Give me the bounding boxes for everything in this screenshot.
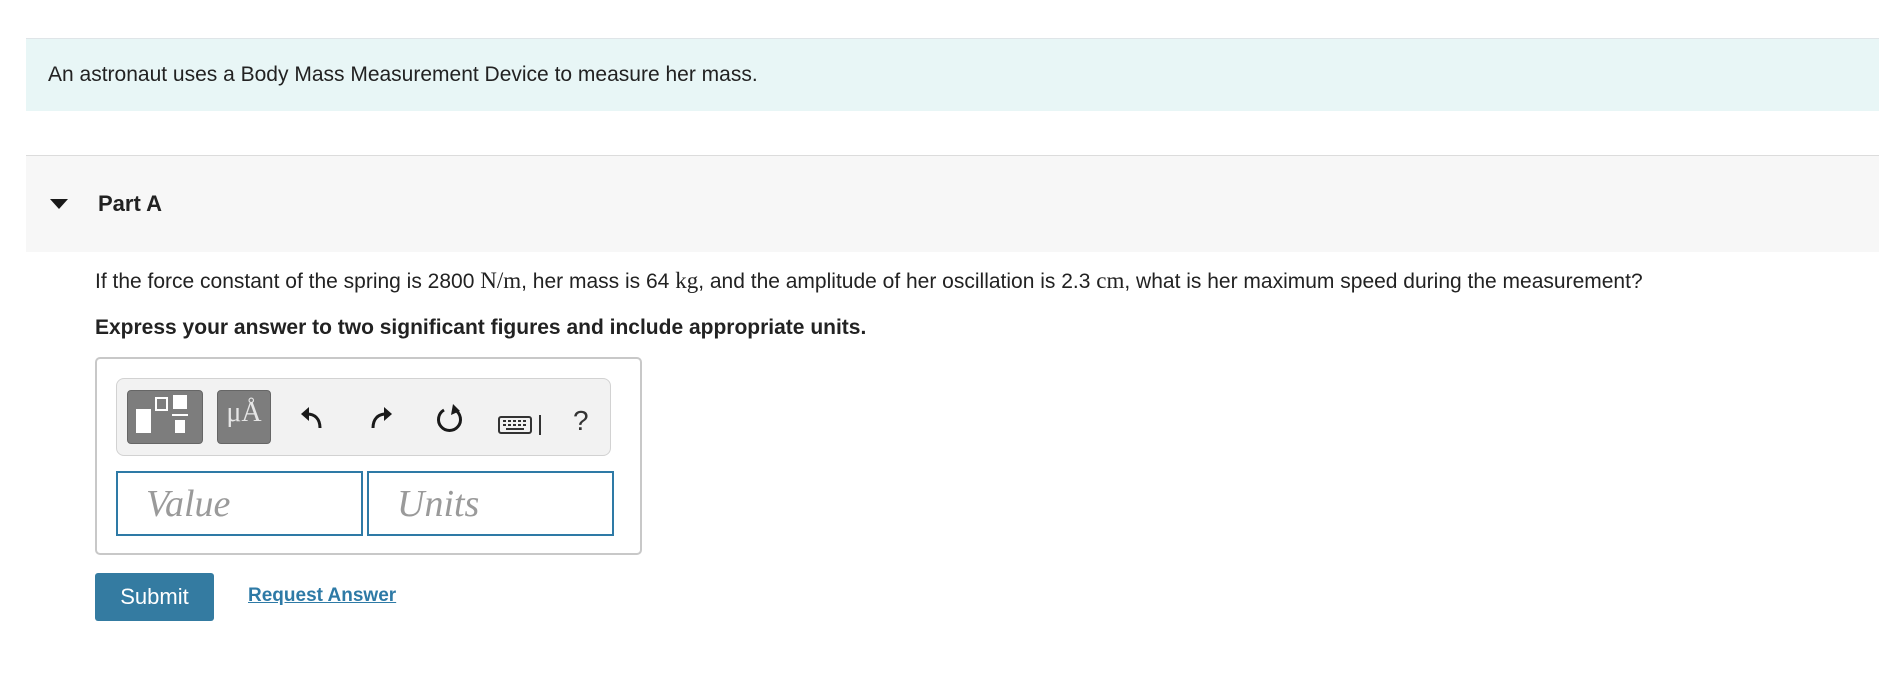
intro-text: An astronaut uses a Body Mass Measuremen… [48, 63, 758, 86]
answer-box: μÅ ? [95, 357, 642, 555]
question-text-part: , her mass is 64 [521, 270, 676, 293]
part-title: Part A [98, 191, 162, 216]
request-answer-link[interactable]: Request Answer [248, 585, 396, 607]
question-text-part: , what is her maximum speed during the m… [1124, 270, 1643, 293]
problem-intro: An astronaut uses a Body Mass Measuremen… [26, 39, 1879, 111]
units-input[interactable] [367, 471, 614, 536]
mass-unit: kg [675, 268, 699, 293]
undo-icon[interactable] [295, 401, 329, 435]
part-header[interactable]: Part A [26, 155, 1879, 252]
math-toolbar: μÅ ? [116, 378, 611, 456]
question-text-part: If the force constant of the spring is 2… [95, 270, 481, 293]
answer-instruction: Express your answer to two significant f… [95, 316, 867, 339]
value-input[interactable] [116, 471, 363, 536]
redo-icon[interactable] [364, 401, 398, 435]
question-text: If the force constant of the spring is 2… [95, 268, 1643, 294]
keyboard-icon[interactable] [498, 416, 532, 434]
collapse-caret-icon[interactable] [50, 199, 68, 209]
amplitude-unit: cm [1096, 268, 1125, 293]
templates-button[interactable] [127, 390, 203, 444]
templates-icon [136, 395, 188, 433]
submit-button[interactable]: Submit [95, 573, 214, 621]
reset-icon[interactable] [433, 401, 467, 435]
units-button[interactable]: μÅ [217, 390, 271, 444]
help-icon[interactable]: ? [573, 405, 589, 437]
question-text-part: , and the amplitude of her oscillation i… [698, 270, 1097, 293]
toolbar-separator [539, 415, 541, 435]
spring-constant-unit: N/m [480, 268, 522, 293]
units-icon: μÅ [226, 397, 262, 428]
